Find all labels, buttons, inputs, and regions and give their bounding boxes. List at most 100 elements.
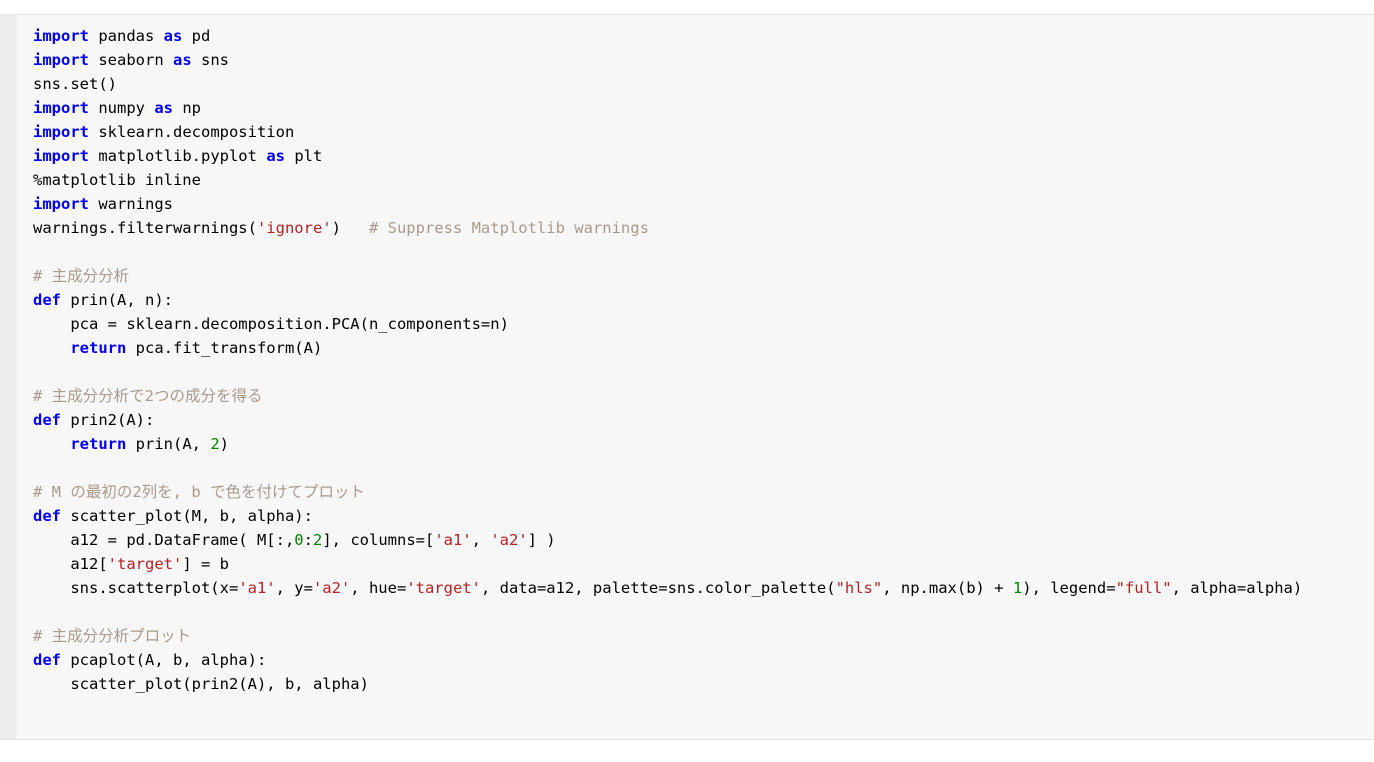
code-line: # 主成分分析プロット — [33, 624, 1374, 648]
code-line: a12['target'] = b — [33, 552, 1374, 576]
code-token: 'a1' — [434, 531, 472, 549]
code-token: : — [303, 531, 313, 549]
code-token: , data=a12, palette=sns.color_palette( — [480, 579, 836, 597]
code-token: pca.fit_transform(A) — [126, 339, 323, 357]
code-token: prin(A, n): — [61, 291, 173, 309]
code-token: sns.scatterplot(x= — [33, 579, 239, 597]
code-token: sns — [191, 51, 229, 69]
code-token: ) — [219, 435, 230, 453]
code-token: 'a2' — [312, 579, 351, 597]
code-line: pca = sklearn.decomposition.PCA(n_compon… — [33, 312, 1374, 336]
code-token: 'a1' — [238, 579, 276, 597]
code-token: return — [70, 435, 127, 453]
code-token: warnings.filterwarnings( — [33, 219, 257, 237]
code-token: def — [33, 507, 61, 525]
code-token: 'a2' — [490, 531, 528, 549]
code-line: import pandas as pd — [33, 24, 1374, 48]
code-line: # 主成分分析 — [33, 264, 1374, 288]
cell-prompt-gutter — [0, 15, 17, 739]
code-token: ] = b — [182, 555, 229, 573]
code-line: a12 = pd.DataFrame( M[:,0:2], columns=['… — [33, 528, 1374, 552]
code-token: def — [33, 291, 61, 309]
code-token: pca = sklearn.decomposition.PCA(n_compon… — [33, 315, 509, 333]
code-token: import — [33, 195, 89, 213]
code-token: pcaplot(A, b, alpha): — [61, 651, 267, 669]
code-token: import — [33, 123, 89, 141]
code-line: import warnings — [33, 192, 1374, 216]
code-token: 'target' — [107, 555, 183, 573]
code-token: warnings — [89, 195, 173, 213]
code-token: plt — [284, 147, 323, 165]
code-token: scatter_plot(prin2(A), b, alpha) — [33, 675, 369, 693]
code-token: 1 — [1012, 579, 1023, 597]
code-line: def scatter_plot(M, b, alpha): — [33, 504, 1374, 528]
code-token: sklearn.decomposition — [89, 123, 295, 141]
code-token: # 主成分分析 — [33, 267, 130, 285]
code-line: sns.scatterplot(x='a1', y='a2', hue='tar… — [33, 576, 1374, 600]
code-cell[interactable]: import pandas as pd import seaborn as sns… — [0, 14, 1374, 740]
code-line: sns.set() — [33, 72, 1374, 96]
code-token: "hls" — [835, 579, 883, 597]
code-line: return pca.fit_transform(A) — [33, 336, 1374, 360]
page-top-strip — [0, 0, 1374, 14]
code-token: prin(A, — [126, 435, 211, 453]
code-token: numpy — [89, 99, 155, 117]
code-token: ], columns=[ — [322, 531, 435, 549]
code-token: # 主成分分析で2つの成分を得る — [33, 387, 263, 405]
code-token: scatter_plot(M, b, alpha): — [61, 507, 313, 525]
code-token: as — [154, 99, 173, 117]
code-line: # M の最初の2列を, b で色を付けてプロット — [33, 480, 1374, 504]
code-token: def — [33, 411, 61, 429]
code-token: as — [163, 27, 183, 45]
code-token: , np.max(b) + — [882, 579, 1013, 597]
code-token: pandas — [89, 27, 164, 45]
code-token: prin2(A): — [61, 411, 155, 429]
code-token: import — [33, 51, 89, 69]
code-line: warnings.filterwarnings('ignore') # Supp… — [33, 216, 1374, 240]
code-token: 'ignore' — [256, 219, 332, 237]
code-line: scatter_plot(prin2(A), b, alpha) — [33, 672, 1374, 696]
code-token: , — [471, 531, 491, 549]
code-editor-area[interactable]: import pandas as pd import seaborn as sns… — [33, 24, 1374, 696]
code-token: matplotlib.pyplot — [89, 147, 267, 165]
code-token: ) — [331, 219, 369, 237]
code-line: def prin(A, n): — [33, 288, 1374, 312]
code-token: return — [70, 339, 127, 357]
code-token: seaborn — [89, 51, 173, 69]
code-token: sns.set() — [33, 75, 117, 93]
code-token: , alpha=alpha) — [1171, 579, 1303, 597]
code-line: import numpy as np — [33, 96, 1374, 120]
code-line: import sklearn.decomposition — [33, 120, 1374, 144]
code-token: 'target' — [406, 579, 481, 597]
code-token: %matplotlib inline — [33, 171, 201, 189]
code-token: 2 — [210, 435, 220, 453]
code-line: return prin(A, 2) — [33, 432, 1374, 456]
code-token: import — [33, 147, 89, 165]
code-token: "full" — [1115, 579, 1172, 597]
code-line: import matplotlib.pyplot as plt — [33, 144, 1374, 168]
code-token: def — [33, 651, 61, 669]
code-token: ] ) — [527, 531, 556, 549]
code-token: np — [173, 99, 201, 117]
code-token: pd — [182, 27, 211, 45]
code-line: def pcaplot(A, b, alpha): — [33, 648, 1374, 672]
code-token: , hue= — [350, 579, 407, 597]
code-line: def prin2(A): — [33, 408, 1374, 432]
code-token: # Suppress Matplotlib warnings — [368, 219, 649, 237]
code-line: # 主成分分析で2つの成分を得る — [33, 384, 1374, 408]
code-token: 0 — [294, 531, 304, 549]
code-token: import — [33, 27, 89, 45]
code-token: a12[ — [33, 555, 108, 573]
code-token: # 主成分分析プロット — [33, 627, 192, 645]
code-token: # M の最初の2列を, b で色を付けてプロット — [33, 483, 365, 501]
code-line: import seaborn as sns — [33, 48, 1374, 72]
code-cell-body[interactable]: import pandas as pd import seaborn as sns… — [17, 15, 1374, 739]
code-token: , y= — [275, 579, 313, 597]
code-token: 2 — [312, 531, 323, 549]
